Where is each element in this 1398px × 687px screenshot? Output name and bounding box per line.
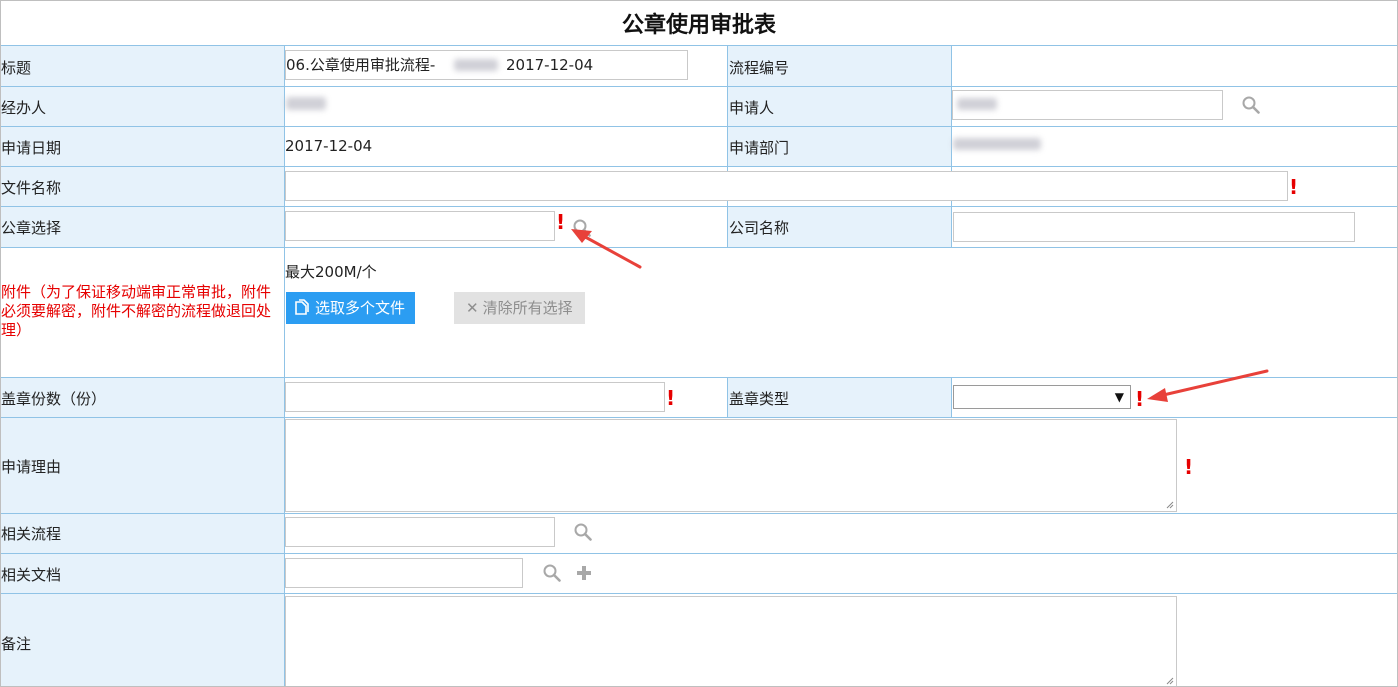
filename-field[interactable]	[285, 171, 1288, 201]
label-seal-type: 盖章类型	[729, 390, 790, 408]
label-copies: 盖章份数（份）	[1, 390, 107, 408]
label-seal-select: 公章选择	[1, 219, 62, 237]
related-doc-field[interactable]	[285, 558, 523, 588]
label-company-name: 公司名称	[729, 219, 790, 237]
seal-type-select[interactable]: ▼	[953, 385, 1131, 409]
label-reason: 申请理由	[1, 458, 62, 476]
grid-line	[1, 126, 1397, 127]
grid-line	[1, 45, 1397, 46]
approval-form: 公章使用审批表 标题 06.公章使用审批流程- 2017-12-04 流程编号 …	[0, 0, 1398, 687]
label-title: 标题	[1, 59, 32, 77]
select-files-button[interactable]: 选取多个文件	[286, 292, 416, 324]
label-remark: 备注	[1, 635, 32, 653]
grid-line	[1, 247, 1397, 248]
clear-selection-button[interactable]: ✕ 清除所有选择	[454, 292, 585, 324]
applicant-field[interactable]	[952, 90, 1223, 120]
grid-line	[727, 377, 728, 417]
redacted-dept	[953, 138, 1041, 150]
remark-textarea[interactable]	[285, 596, 1177, 686]
label-related-doc: 相关文档	[1, 566, 62, 584]
label-related-flow: 相关流程	[1, 525, 62, 543]
copies-field[interactable]	[285, 382, 665, 412]
title-field-date: 2017-12-04	[506, 56, 594, 74]
redacted-handler	[286, 97, 326, 110]
required-mark: !	[666, 386, 676, 410]
resize-grip-icon[interactable]	[1166, 677, 1174, 685]
plus-icon[interactable]	[576, 565, 592, 581]
grid-line	[727, 45, 728, 247]
grid-line	[951, 377, 952, 417]
form-title: 公章使用审批表	[621, 13, 776, 38]
file-icon	[295, 299, 309, 315]
label-apply-date: 申请日期	[1, 139, 62, 157]
grid-line	[1, 166, 1397, 167]
label-attachment: 附件（为了保证移动端审正常审批，附件必须要解密，附件不解密的流程做退回处理）	[1, 283, 272, 339]
grid-line	[1, 417, 1397, 418]
grid-line	[1, 206, 1397, 207]
label-handler: 经办人	[1, 99, 47, 117]
label-applicant: 申请人	[729, 99, 775, 117]
label-apply-dept: 申请部门	[729, 139, 790, 157]
apply-date-value: 2017-12-04	[285, 137, 373, 155]
required-mark: !	[556, 210, 566, 234]
clear-selection-label: 清除所有选择	[482, 299, 573, 317]
attachment-max-size: 最大200M/个	[285, 263, 377, 281]
label-filename: 文件名称	[1, 179, 62, 197]
title-field[interactable]: 06.公章使用审批流程- 2017-12-04	[285, 50, 688, 80]
label-flow-number: 流程编号	[729, 59, 790, 77]
required-mark: !	[1184, 455, 1194, 479]
title-field-value: 06.公章使用审批流程-	[286, 56, 436, 74]
related-flow-field[interactable]	[285, 517, 555, 547]
select-files-label: 选取多个文件	[315, 299, 406, 317]
grid-line	[1, 86, 1397, 87]
redacted-text	[454, 59, 498, 71]
grid-line	[951, 45, 952, 247]
grid-line	[1, 553, 1397, 554]
close-icon: ✕	[466, 299, 479, 317]
required-mark: !	[1289, 175, 1299, 199]
grid-line	[1, 513, 1397, 514]
search-icon[interactable]	[543, 564, 561, 582]
annotation-arrow	[571, 229, 642, 269]
search-icon[interactable]	[1242, 96, 1260, 114]
grid-line	[1, 593, 1397, 594]
redacted-applicant	[957, 98, 997, 110]
dropdown-arrow-icon: ▼	[1114, 390, 1124, 404]
search-icon[interactable]	[574, 523, 592, 541]
seal-select-field[interactable]	[285, 211, 555, 241]
company-name-field[interactable]	[953, 212, 1355, 242]
annotation-arrow	[1147, 369, 1269, 402]
resize-grip-icon[interactable]	[1166, 501, 1174, 509]
reason-textarea[interactable]	[285, 419, 1177, 512]
